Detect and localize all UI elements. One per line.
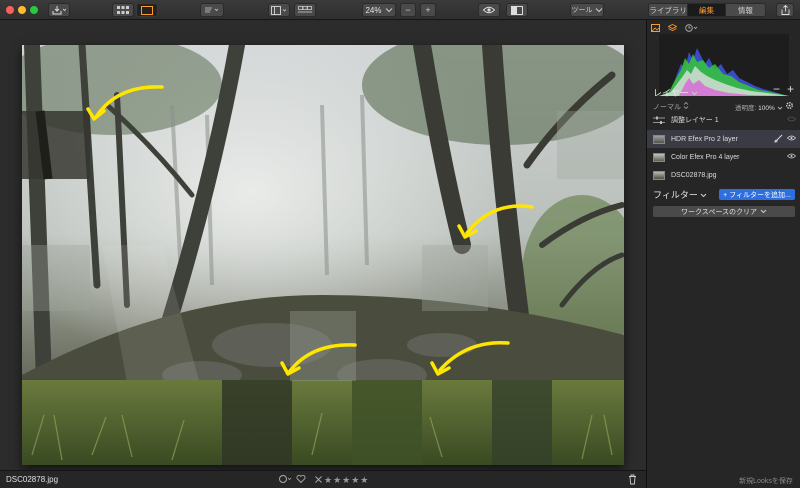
eye-icon[interactable] <box>787 153 796 159</box>
history-icon[interactable] <box>685 24 699 32</box>
sidebar-toggle-button[interactable] <box>268 3 290 17</box>
star-rating[interactable]: ★★★★★ <box>324 474 369 486</box>
tab-edit[interactable]: 編集 <box>688 4 726 16</box>
panel-icon-row <box>651 23 699 33</box>
tab-library[interactable]: ライブラリ <box>649 4 689 16</box>
add-layer-button[interactable]: + <box>787 82 794 96</box>
list-sort-icon <box>205 7 219 13</box>
trash-icon[interactable] <box>628 474 637 488</box>
zoom-out-button[interactable]: − <box>400 3 416 17</box>
layers-section-title[interactable]: レイヤー <box>653 86 698 99</box>
single-view-button[interactable] <box>136 3 158 17</box>
zoom-window-button[interactable] <box>30 6 38 14</box>
bottom-bar: DSC02878.jpg ★★★★★ <box>0 470 646 488</box>
chevron-down-icon <box>595 8 602 13</box>
tab-info[interactable]: 情報 <box>725 4 765 16</box>
sort-menu-button[interactable] <box>200 3 224 17</box>
gear-icon[interactable] <box>785 101 795 110</box>
preview-toggle-button[interactable] <box>478 3 500 17</box>
save-new-looks-button[interactable]: 新規Looksを保存 <box>733 476 799 486</box>
mode-tabs: ライブラリ 編集 情報 <box>648 3 766 17</box>
layer-thumbnail <box>653 152 665 162</box>
layer-thumbnail <box>653 134 665 144</box>
compare-button[interactable] <box>506 3 528 17</box>
share-icon <box>781 5 789 15</box>
adjustment-sliders-icon <box>653 116 665 124</box>
layer-name: HDR Efex Pro 2 layer <box>671 135 738 143</box>
chevron-down-icon <box>777 106 782 110</box>
layer-name: Color Efex Pro 4 layer <box>671 153 740 161</box>
layers-title: レイヤー <box>653 88 689 98</box>
clear-workspace-button[interactable]: ワークスペースのクリア <box>653 206 795 217</box>
filmstrip-icon <box>298 6 312 13</box>
layers-icon[interactable] <box>668 24 677 32</box>
zoom-in-button[interactable]: + <box>420 3 436 17</box>
chevron-down-icon <box>700 193 707 198</box>
tools-menu-button[interactable]: ツール <box>570 3 604 17</box>
forest-photo-image <box>22 45 624 465</box>
close-window-button[interactable] <box>6 6 14 14</box>
updown-chevron-icon <box>683 101 689 110</box>
forest-photo[interactable] <box>22 45 624 465</box>
right-panel: レイヤー − + ノーマル 透明度: 100% 調整レイヤー 1 HDR Efe… <box>646 20 800 488</box>
layer-row-hdr-efex[interactable]: HDR Efex Pro 2 layer <box>647 130 800 148</box>
clear-workspace-label: ワークスペースのクリア <box>681 208 757 216</box>
download-icon <box>52 6 66 15</box>
filmstrip-button[interactable] <box>294 3 316 17</box>
layer-row-adjustment[interactable]: 調整レイヤー 1 <box>647 111 800 129</box>
remove-layer-button[interactable]: − <box>773 82 780 96</box>
zoom-level: 24% <box>365 5 382 15</box>
blend-mode-value: ノーマル <box>653 104 681 111</box>
add-filter-button[interactable]: + フィルターを追加... <box>719 189 795 200</box>
share-button[interactable] <box>776 3 794 17</box>
layer-name: 調整レイヤー 1 <box>671 117 719 124</box>
tools-menu-label: ツール <box>571 7 593 14</box>
image-icon[interactable] <box>651 24 660 32</box>
canvas-area <box>0 20 646 470</box>
sidebar-icon <box>271 5 287 15</box>
layer-row-base-image[interactable]: DSC02878.jpg <box>647 166 800 184</box>
layer-name: DSC02878.jpg <box>671 171 717 179</box>
chevron-down-icon <box>691 91 698 96</box>
eye-icon[interactable] <box>787 116 796 122</box>
export-button[interactable] <box>48 3 70 17</box>
grid-icon <box>117 5 129 14</box>
heart-icon[interactable] <box>296 474 306 487</box>
grid-view-button[interactable] <box>112 3 134 17</box>
eye-icon <box>483 6 495 14</box>
chevron-down-icon <box>760 209 767 214</box>
minimize-window-button[interactable] <box>18 6 26 14</box>
reject-icon[interactable] <box>314 474 323 487</box>
filters-section-title[interactable]: フィルター <box>653 188 707 201</box>
compare-icon <box>511 5 523 15</box>
single-image-icon <box>141 5 153 15</box>
filters-title: フィルター <box>653 190 698 200</box>
chevron-down-icon <box>385 8 392 13</box>
brush-icon[interactable] <box>774 134 783 143</box>
image-filename: DSC02878.jpg <box>6 475 59 484</box>
label-circle-icon[interactable] <box>278 474 292 487</box>
eye-icon[interactable] <box>787 135 796 141</box>
layer-row-color-efex[interactable]: Color Efex Pro 4 layer <box>647 148 800 166</box>
zoom-level-select[interactable]: 24% <box>362 3 396 17</box>
top-toolbar: 24% − + ツール ライブラリ 編集 情報 <box>0 0 800 20</box>
layer-thumbnail <box>653 170 665 180</box>
